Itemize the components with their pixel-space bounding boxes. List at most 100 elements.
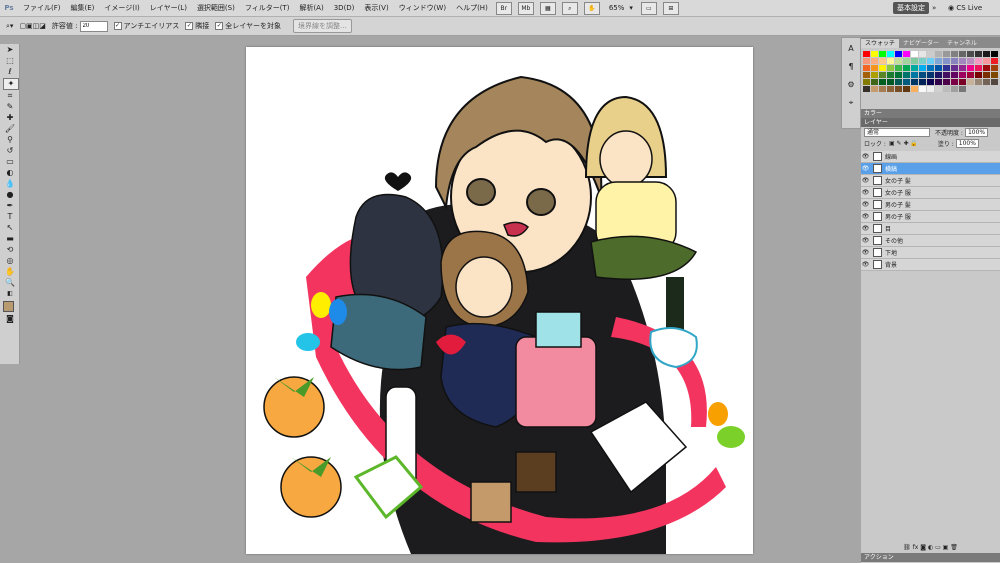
swatch-26[interactable] — [935, 58, 942, 64]
type-tool-icon[interactable]: T — [3, 212, 17, 222]
swatch-85[interactable] — [863, 86, 870, 92]
document-canvas[interactable] — [246, 47, 753, 554]
fill-value[interactable]: 100% — [955, 139, 979, 148]
swatch-62[interactable] — [951, 72, 958, 78]
swatch-12[interactable] — [959, 51, 966, 57]
quick-mask-icon[interactable]: ◙ — [3, 314, 17, 324]
layer-row[interactable]: 👁 線画 — [861, 151, 1000, 163]
eye-icon[interactable]: 👁 — [861, 261, 870, 268]
menu-window[interactable]: ウィンドウ(W) — [394, 3, 451, 13]
swatch-97[interactable] — [959, 86, 966, 92]
foreground-color-swatch[interactable] — [3, 301, 14, 312]
character-panel-icon[interactable]: A — [844, 42, 858, 56]
swatch-72[interactable] — [895, 79, 902, 85]
swatch-68[interactable] — [863, 79, 870, 85]
swatch-83[interactable] — [983, 79, 990, 85]
swatch-79[interactable] — [951, 79, 958, 85]
swatch-55[interactable] — [895, 72, 902, 78]
gradient-tool-icon[interactable]: ◐ — [3, 168, 17, 178]
zoom-level[interactable]: 65% — [609, 4, 625, 12]
view-extras-icon[interactable]: ▦ — [539, 1, 556, 15]
3d-rotate-icon[interactable]: ⟲ — [3, 245, 17, 255]
default-colors-icon[interactable]: ◧ — [3, 289, 17, 299]
swatch-65[interactable] — [975, 72, 982, 78]
zoom-tool-icon[interactable]: ⌕ — [561, 1, 578, 15]
swatch-66[interactable] — [983, 72, 990, 78]
swatch-7[interactable] — [919, 51, 926, 57]
swatch-29[interactable] — [959, 58, 966, 64]
move-tool-icon[interactable]: ➤ — [3, 45, 17, 55]
swatch-13[interactable] — [967, 51, 974, 57]
swatch-1[interactable] — [871, 51, 878, 57]
swatch-58[interactable] — [919, 72, 926, 78]
swatch-9[interactable] — [935, 51, 942, 57]
swatch-45[interactable] — [951, 65, 958, 71]
layer-row[interactable]: 👁 目 — [861, 223, 1000, 235]
swatch-81[interactable] — [967, 79, 974, 85]
menu-layer[interactable]: レイヤー(L) — [145, 3, 192, 13]
contiguous-checkbox[interactable]: ✓ — [185, 22, 194, 30]
contiguous-option[interactable]: ✓ 隣接 — [185, 21, 209, 31]
tab-navigator[interactable]: ナビゲーター — [899, 39, 943, 48]
layer-row[interactable]: 👁 背景 — [861, 259, 1000, 271]
swatch-5[interactable] — [903, 51, 910, 57]
swatch-47[interactable] — [967, 65, 974, 71]
dodge-tool-icon[interactable]: ● — [3, 190, 17, 200]
swatch-76[interactable] — [927, 79, 934, 85]
swatch-24[interactable] — [919, 58, 926, 64]
eye-icon[interactable]: 👁 — [861, 225, 870, 232]
swatch-86[interactable] — [871, 86, 878, 92]
layers-panel-header[interactable]: レイヤー — [861, 118, 1000, 127]
zoom-icon[interactable]: 🔍 — [3, 278, 17, 288]
tolerance-input[interactable] — [79, 20, 108, 32]
hand-icon[interactable]: ✋ — [3, 267, 17, 277]
swatch-60[interactable] — [935, 72, 942, 78]
antialias-checkbox[interactable]: ✓ — [113, 22, 122, 30]
eye-icon[interactable]: 👁 — [861, 189, 870, 196]
swatch-51[interactable] — [863, 72, 870, 78]
eye-icon[interactable]: 👁 — [861, 249, 870, 256]
swatch-23[interactable] — [911, 58, 918, 64]
eye-icon[interactable]: 👁 — [861, 213, 870, 220]
eyedropper-tool-icon[interactable]: ✎ — [3, 102, 17, 112]
cs-live-button[interactable]: ◉ CS Live — [948, 2, 982, 14]
swatch-57[interactable] — [911, 72, 918, 78]
screen-mode-icon[interactable]: ▭ — [640, 1, 657, 15]
antialias-option[interactable]: ✓ アンチエイリアス — [113, 21, 179, 31]
3d-camera-icon[interactable]: ◎ — [3, 256, 17, 266]
eye-icon[interactable]: 👁 — [861, 177, 870, 184]
swatch-34[interactable] — [863, 65, 870, 71]
swatch-53[interactable] — [879, 72, 886, 78]
tab-swatches[interactable]: スウォッチ — [861, 39, 900, 48]
swatch-37[interactable] — [887, 65, 894, 71]
swatch-73[interactable] — [903, 79, 910, 85]
menu-select[interactable]: 選択範囲(S) — [192, 3, 240, 13]
swatch-25[interactable] — [927, 58, 934, 64]
bridge-button[interactable]: Br — [495, 1, 512, 15]
layer-row[interactable]: 👁 女の子 服 — [861, 187, 1000, 199]
tool-presets-icon[interactable]: ⚙ — [844, 78, 858, 92]
swatch-2[interactable] — [879, 51, 886, 57]
menu-image[interactable]: イメージ(I) — [99, 3, 144, 13]
layer-row[interactable]: 👁 男の子 髪 — [861, 199, 1000, 211]
eraser-tool-icon[interactable]: ▭ — [3, 157, 17, 167]
swatch-3[interactable] — [887, 51, 894, 57]
minibridge-button[interactable]: Mb — [517, 1, 534, 15]
layer-row[interactable]: 👁 下地 — [861, 247, 1000, 259]
selection-mode-icons[interactable]: ▢▣◫◪ — [19, 22, 45, 30]
crop-tool-icon[interactable]: ⌗ — [3, 91, 17, 101]
swatch-15[interactable] — [983, 51, 990, 57]
menu-3d[interactable]: 3D(D) — [329, 4, 360, 12]
swatch-71[interactable] — [887, 79, 894, 85]
menu-file[interactable]: ファイル(F) — [18, 3, 66, 13]
swatch-74[interactable] — [911, 79, 918, 85]
swatch-88[interactable] — [887, 86, 894, 92]
swatch-20[interactable] — [887, 58, 894, 64]
swatch-64[interactable] — [967, 72, 974, 78]
swatch-63[interactable] — [959, 72, 966, 78]
swatch-59[interactable] — [927, 72, 934, 78]
swatch-10[interactable] — [943, 51, 950, 57]
pen-tool-icon[interactable]: ✒ — [3, 201, 17, 211]
path-select-icon[interactable]: ↖ — [3, 223, 17, 233]
swatch-92[interactable] — [919, 86, 926, 92]
